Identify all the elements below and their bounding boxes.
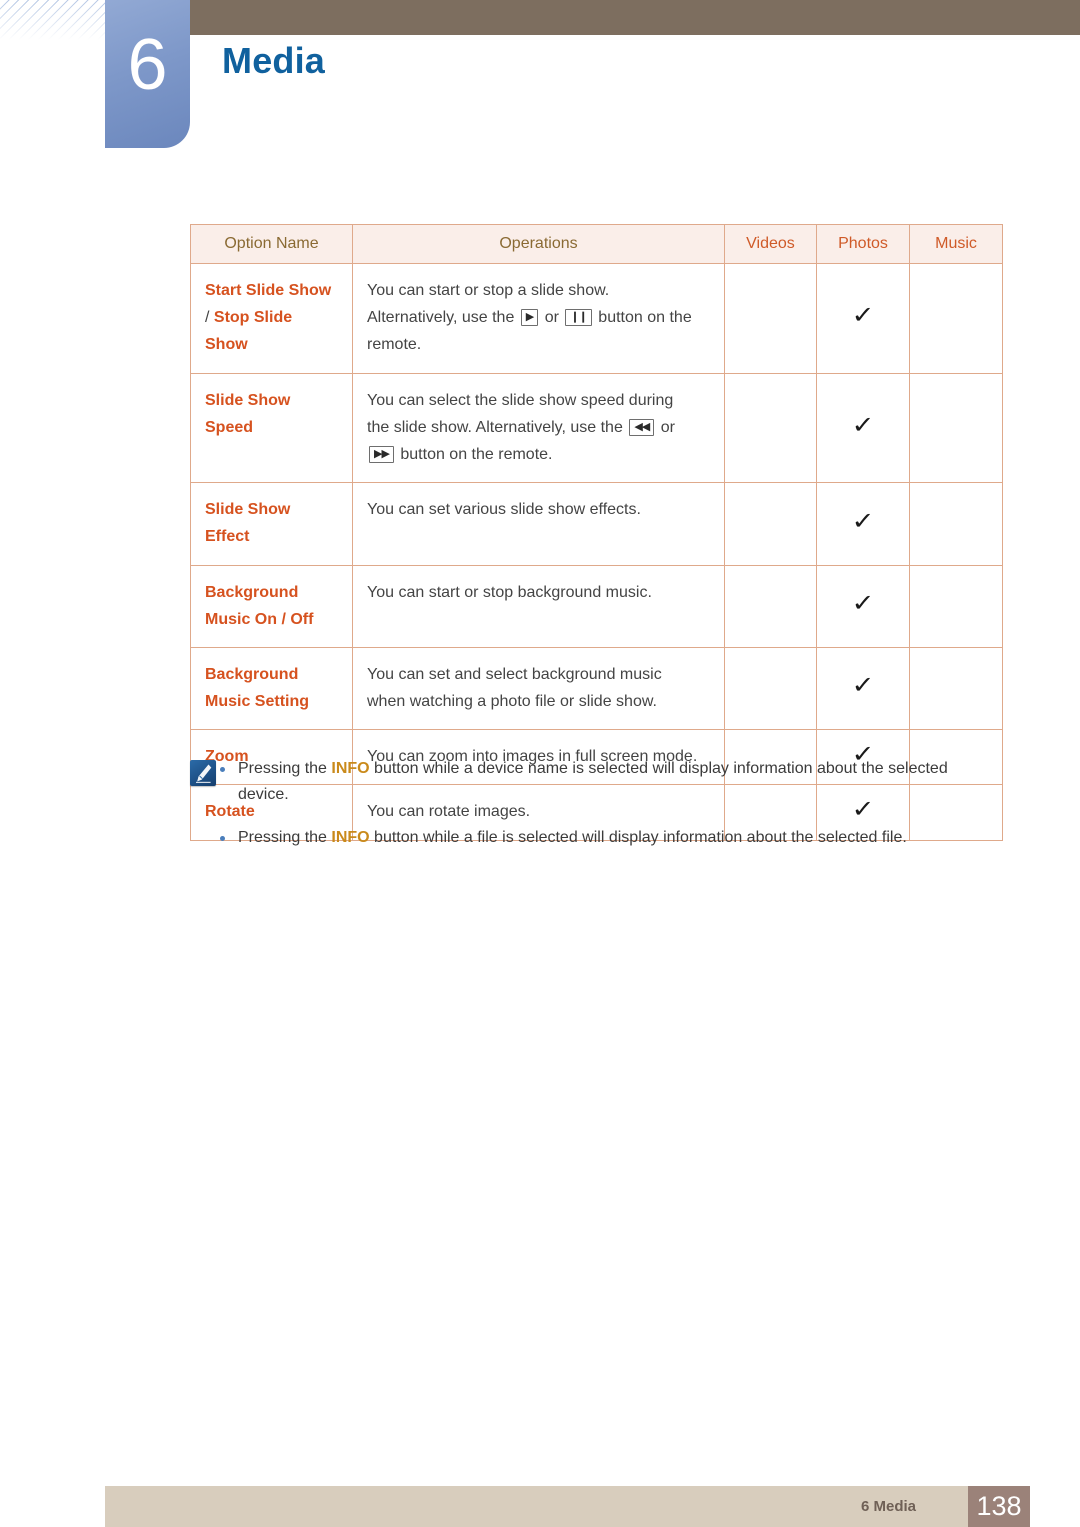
check-mark-icon: ✓ xyxy=(851,302,875,330)
column-header-music: Music xyxy=(909,224,1003,264)
table-row: Background Music On / Off You can start … xyxy=(190,564,1003,648)
videos-support-cell xyxy=(724,263,817,374)
check-mark-icon: ✓ xyxy=(851,411,875,439)
note-text-pre: Pressing the xyxy=(238,760,332,777)
music-support-cell xyxy=(909,482,1003,566)
operation-line: Alternatively, use the ▶ or ❙❙ button on… xyxy=(367,304,710,358)
decorative-hatch-pattern xyxy=(0,0,118,40)
note-section: Pressing the INFO button while a device … xyxy=(190,756,1002,867)
option-name-part-b: Stop Slide Show xyxy=(205,309,293,354)
page-title: Media xyxy=(222,40,326,81)
option-name-cell: Background Music On / Off xyxy=(190,564,353,648)
note-text-pre: Pressing the xyxy=(238,828,332,846)
music-support-cell xyxy=(909,372,1003,484)
videos-support-cell xyxy=(724,482,817,566)
operation-line: the slide show. Alternatively, use the ◀… xyxy=(367,414,710,441)
option-name-cell: Slide Show Effect xyxy=(190,482,353,566)
pause-button-icon: ❙❙ xyxy=(565,309,592,327)
photos-support-cell: ✓ xyxy=(816,482,910,566)
option-name-separator: / xyxy=(205,309,214,327)
footer-chapter-label: 6 Media xyxy=(860,1498,916,1515)
operation-line: You can start or stop a slide show. xyxy=(367,282,610,299)
operation-text: or xyxy=(660,418,675,436)
play-button-icon: ▶ xyxy=(520,309,539,327)
table-header-row: Option Name Operations Videos Photos Mus… xyxy=(190,224,1003,264)
operation-line: You can select the slide show speed duri… xyxy=(367,391,674,409)
list-item: Pressing the INFO button while a device … xyxy=(220,756,1002,809)
option-name-cell: Slide Show Speed xyxy=(190,372,353,484)
check-mark-icon: ✓ xyxy=(851,672,875,700)
column-header-videos: Videos xyxy=(724,224,817,264)
page-number-box: 138 xyxy=(968,1486,1030,1527)
videos-support-cell xyxy=(724,646,817,731)
operations-cell: You can start or stop a slide show. Alte… xyxy=(352,263,725,374)
table-row: Background Music Setting You can set and… xyxy=(190,646,1003,731)
operations-cell: You can set and select background music … xyxy=(352,646,725,731)
option-name-part-a: Background xyxy=(205,583,299,601)
check-mark-icon: ✓ xyxy=(851,590,875,618)
photos-support-cell: ✓ xyxy=(816,646,910,731)
info-keyword: INFO xyxy=(331,760,370,777)
operation-text: or xyxy=(544,309,559,327)
operation-text: the slide show. Alternatively, use the xyxy=(367,418,623,436)
option-name-part-b: Music Setting xyxy=(205,693,310,711)
videos-support-cell xyxy=(724,372,817,484)
photos-support-cell: ✓ xyxy=(816,564,910,648)
videos-support-cell xyxy=(724,564,817,648)
music-support-cell xyxy=(909,646,1003,731)
option-name-cell: Start Slide Show / Stop Slide Show xyxy=(190,263,353,374)
column-header-option-name: Option Name xyxy=(190,224,353,264)
operation-text: Alternatively, use the xyxy=(367,309,515,327)
photos-support-cell: ✓ xyxy=(816,372,910,484)
option-name-part-a: Background xyxy=(205,665,299,683)
note-pen-icon xyxy=(190,760,216,786)
rewind-button-icon: ◀◀ xyxy=(629,418,655,436)
info-keyword: INFO xyxy=(331,828,370,846)
operations-cell: You can set various slide show effects. xyxy=(352,482,725,566)
music-support-cell xyxy=(909,263,1003,374)
table-row: Slide Show Speed You can select the slid… xyxy=(190,372,1003,484)
note-text-post: button while a file is selected will dis… xyxy=(369,828,907,846)
chapter-number-badge: 6 xyxy=(105,0,190,148)
media-options-table: Option Name Operations Videos Photos Mus… xyxy=(190,224,1003,841)
top-brown-bar xyxy=(185,0,1080,35)
column-header-operations: Operations xyxy=(352,224,725,264)
operations-cell: You can start or stop background music. xyxy=(352,564,725,648)
operation-text: button on the remote. xyxy=(400,445,553,463)
option-name-part-a: Start Slide Show xyxy=(205,282,332,299)
list-item: Pressing the INFO button while a file is… xyxy=(220,825,1002,851)
music-support-cell xyxy=(909,564,1003,648)
option-name-part-b: Music On / Off xyxy=(205,610,314,628)
table-row: Start Slide Show / Stop Slide Show You c… xyxy=(190,263,1003,374)
fast-forward-button-icon: ▶▶ xyxy=(369,445,394,463)
operation-line: You can set and select background music xyxy=(367,665,662,683)
operation-line: when watching a photo file or slide show… xyxy=(367,693,657,711)
table-row: Slide Show Effect You can set various sl… xyxy=(190,482,1003,566)
operations-cell: You can select the slide show speed duri… xyxy=(352,372,725,484)
column-header-photos: Photos xyxy=(816,224,910,264)
operation-line: ▶▶ button on the remote. xyxy=(367,441,710,468)
photos-support-cell: ✓ xyxy=(816,263,910,374)
option-name-cell: Background Music Setting xyxy=(190,646,353,731)
note-list: Pressing the INFO button while a device … xyxy=(190,756,1002,851)
check-mark-icon: ✓ xyxy=(851,507,875,535)
